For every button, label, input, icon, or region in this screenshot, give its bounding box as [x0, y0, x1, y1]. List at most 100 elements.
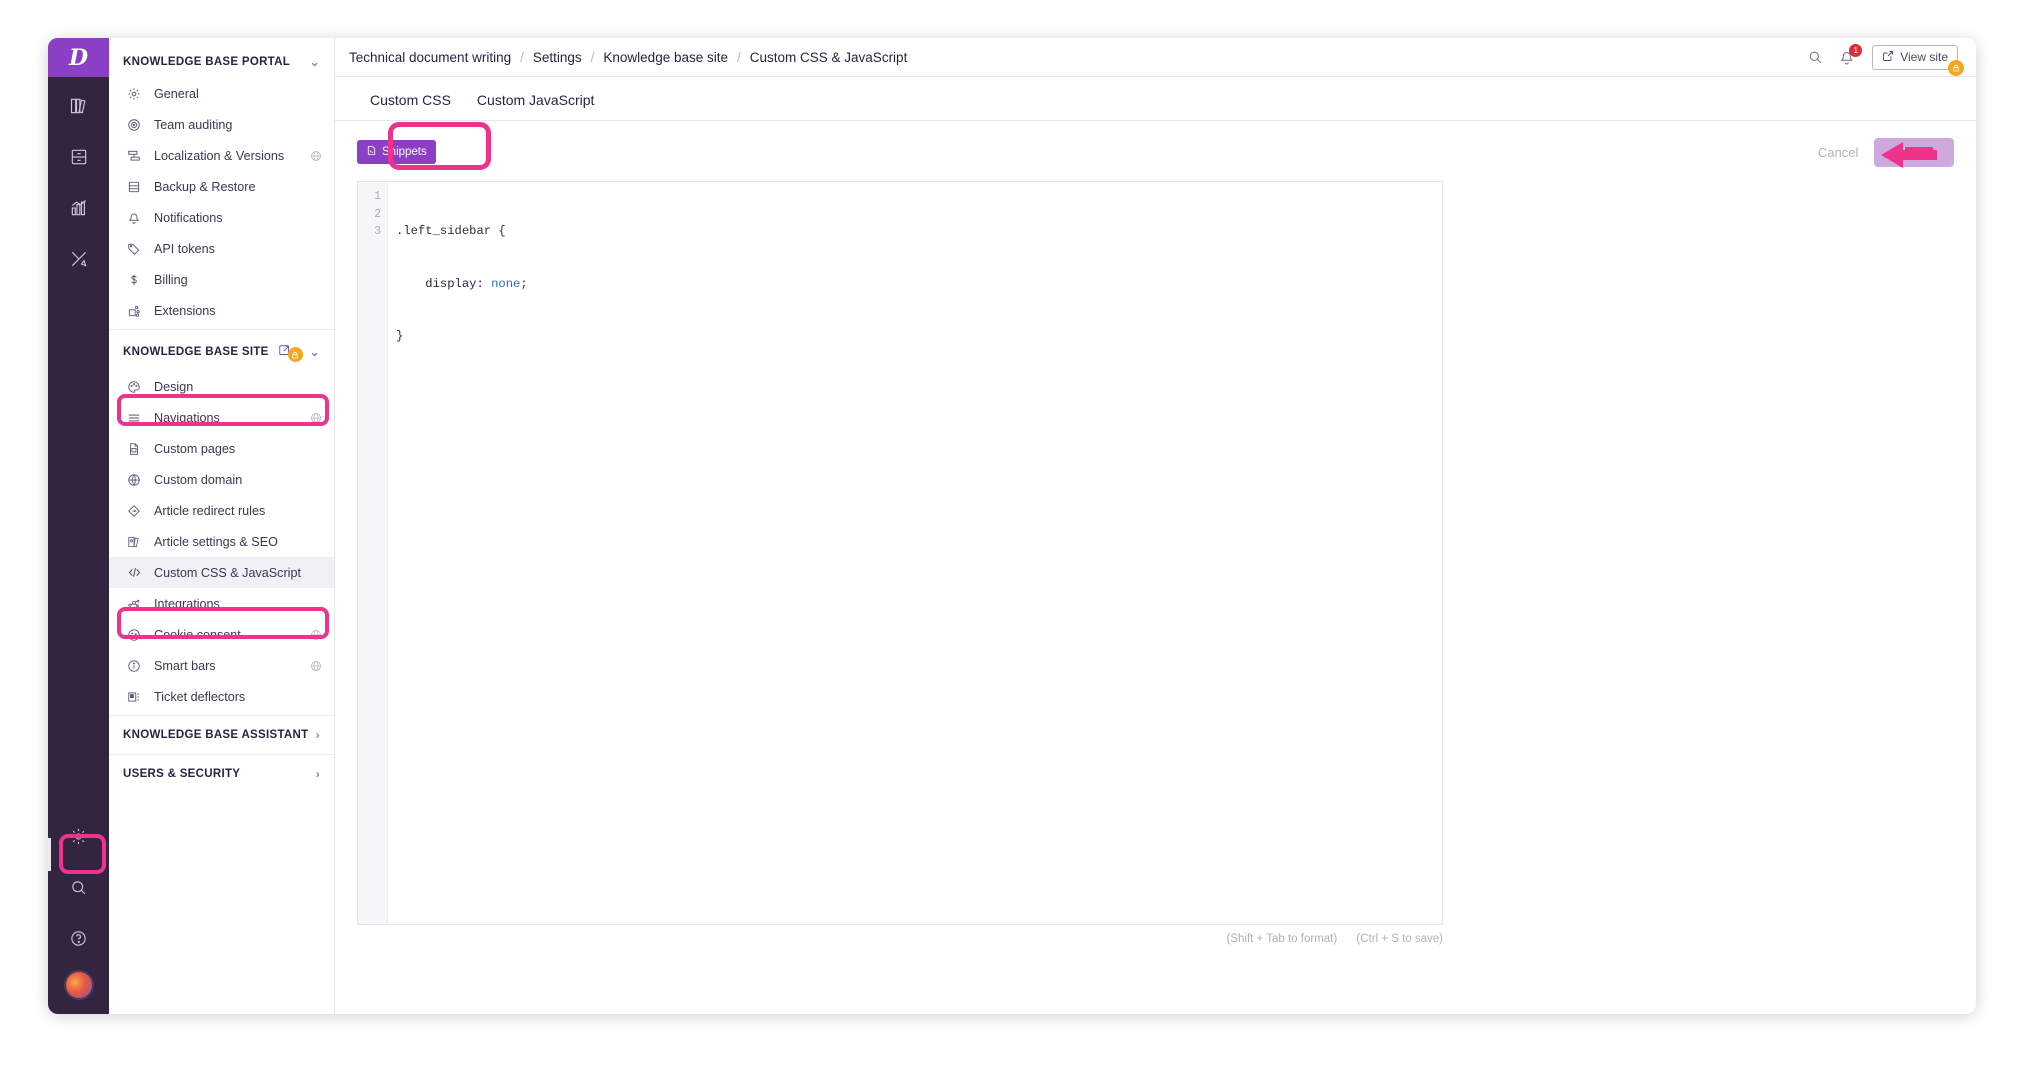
chevron-right-icon: › — [315, 767, 320, 781]
sidebar-item-billing[interactable]: Billing — [109, 264, 334, 295]
cancel-button[interactable]: Cancel — [1802, 139, 1874, 166]
sidebar-item-label: Backup & Restore — [154, 179, 256, 194]
top-bar-actions: 1 View site — [1807, 43, 1964, 76]
integrations-icon — [127, 597, 148, 611]
domain-icon — [127, 473, 148, 487]
group-label: KNOWLEDGE BASE SITE — [123, 346, 269, 358]
chevron-down-icon: ⌄ — [309, 55, 320, 69]
page-icon — [127, 442, 148, 456]
audit-icon — [127, 118, 148, 132]
group-label: KNOWLEDGE BASE PORTAL — [123, 56, 291, 68]
gear-icon — [127, 87, 148, 101]
external-link-icon — [1882, 50, 1894, 65]
sidebar-item-team-auditing[interactable]: Team auditing — [109, 109, 334, 140]
line-number: 2 — [374, 207, 381, 221]
palette-icon — [127, 380, 148, 394]
globe-icon[interactable] — [310, 412, 322, 424]
app-logo[interactable]: D — [48, 38, 109, 77]
globe-icon[interactable] — [310, 150, 322, 162]
hint-save: (Ctrl + S to save) — [1356, 933, 1443, 945]
breadcrumb-separator: / — [520, 49, 524, 65]
sidebar-group-users-security[interactable]: USERS & SECURITY › — [109, 758, 334, 790]
code-line: .left_sidebar { — [396, 224, 506, 238]
breadcrumb-item-settings[interactable]: Settings — [533, 50, 582, 65]
sidebar-item-design[interactable]: Design — [109, 371, 334, 402]
app-window: D KNOWLEDGE BASE PORTAL ⌄ General Team a… — [48, 38, 1976, 1014]
sidebar-group-knowledge-base-site[interactable]: KNOWLEDGE BASE SITE ⌄ — [109, 333, 334, 371]
localization-icon — [127, 149, 148, 163]
sidebar-item-label: API tokens — [154, 241, 215, 256]
user-avatar[interactable] — [63, 970, 94, 1000]
help-icon[interactable] — [57, 916, 101, 960]
dollar-icon — [127, 273, 148, 287]
globe-icon[interactable] — [310, 629, 322, 641]
sidebar-item-custom-css-javascript[interactable]: Custom CSS & JavaScript — [109, 557, 334, 588]
sidebar-item-custom-pages[interactable]: Custom pages — [109, 433, 334, 464]
sidebar-item-label: Article settings & SEO — [154, 534, 278, 549]
sidebar-item-custom-domain[interactable]: Custom domain — [109, 464, 334, 495]
breadcrumb-separator: / — [590, 49, 595, 65]
sidebar-item-navigations[interactable]: Navigations — [109, 402, 334, 433]
breadcrumb-item-custom-css-javascript[interactable]: Custom CSS & JavaScript — [750, 50, 908, 65]
seo-icon — [127, 535, 148, 549]
sidebar-item-api-tokens[interactable]: API tokens — [109, 233, 334, 264]
chevron-right-icon: › — [315, 728, 320, 742]
tools-icon[interactable] — [57, 237, 101, 281]
search-icon[interactable] — [57, 865, 101, 909]
sidebar-item-localization-versions[interactable]: Localization & Versions — [109, 140, 334, 171]
save-button[interactable]: Save — [1874, 137, 1954, 167]
breadcrumb-item-knowledge-base-site[interactable]: Knowledge base site — [603, 50, 728, 65]
sidebar-item-label: Team auditing — [154, 117, 233, 132]
settings-sidebar: KNOWLEDGE BASE PORTAL ⌄ General Team aud… — [109, 38, 335, 1014]
tab-custom-css[interactable]: Custom CSS — [357, 92, 464, 120]
sidebar-item-label: Localization & Versions — [154, 148, 285, 163]
sidebar-item-smart-bars[interactable]: Smart bars — [109, 650, 334, 681]
breadcrumb-item-project[interactable]: Technical document writing — [349, 50, 511, 65]
view-site-button[interactable]: View site — [1872, 44, 1964, 76]
sidebar-item-label: Article redirect rules — [154, 503, 266, 518]
sidebar-item-notifications[interactable]: Notifications — [109, 202, 334, 233]
sidebar-item-cookie-consent[interactable]: Cookie consent — [109, 619, 334, 650]
backup-icon — [127, 180, 148, 194]
tabs-bar: Custom CSS Custom JavaScript — [335, 77, 1976, 121]
sidebar-item-article-settings-seo[interactable]: Article settings & SEO — [109, 526, 334, 557]
sidebar-item-extensions[interactable]: Extensions — [109, 295, 334, 326]
code-editor[interactable]: 1 2 3 .left_sidebar { display: none; } — [357, 181, 1443, 925]
bell-icon — [127, 211, 148, 225]
lock-badge — [1948, 59, 1964, 76]
sidebar-item-backup-restore[interactable]: Backup & Restore — [109, 171, 334, 202]
editor-toolbar: Snippets Cancel Save — [357, 135, 1954, 169]
snippets-button[interactable]: Snippets — [357, 140, 436, 164]
code-line: display: none; — [396, 276, 1442, 294]
cabinet-icon[interactable] — [57, 135, 101, 179]
sidebar-item-label: Custom pages — [154, 441, 236, 456]
left-icon-rail: D — [48, 38, 109, 1014]
editor-line-numbers: 1 2 3 — [358, 182, 388, 924]
sidebar-item-ticket-deflectors[interactable]: Ticket deflectors — [109, 681, 334, 712]
divider — [109, 329, 334, 330]
code-icon — [127, 565, 148, 580]
analytics-icon[interactable] — [57, 186, 101, 230]
tab-custom-javascript[interactable]: Custom JavaScript — [464, 92, 607, 120]
content-panel: Snippets Cancel Save 1 2 3 .left_sidebar… — [335, 121, 1976, 1014]
group-label: USERS & SECURITY — [123, 768, 241, 780]
search-icon[interactable] — [1807, 49, 1823, 65]
sidebar-group-knowledge-base-assistant[interactable]: KNOWLEDGE BASE ASSISTANT › — [109, 719, 334, 751]
info-icon — [127, 659, 148, 673]
sidebar-group-knowledge-base-portal[interactable]: KNOWLEDGE BASE PORTAL ⌄ — [109, 46, 334, 78]
gear-icon[interactable] — [57, 814, 101, 858]
sidebar-item-general[interactable]: General — [109, 78, 334, 109]
books-icon[interactable] — [57, 84, 101, 128]
breadcrumb-separator: / — [737, 49, 741, 65]
extensions-icon — [127, 304, 148, 318]
notification-count-badge: 1 — [1849, 43, 1863, 57]
view-site-label: View site — [1900, 50, 1948, 64]
sidebar-item-article-redirect-rules[interactable]: Article redirect rules — [109, 495, 334, 526]
line-number: 1 — [374, 190, 381, 203]
hint-format: (Shift + Tab to format) — [1226, 933, 1338, 945]
globe-icon[interactable] — [310, 660, 322, 672]
editor-code-area[interactable]: .left_sidebar { display: none; } — [388, 182, 1442, 924]
sidebar-item-integrations[interactable]: Integrations — [109, 588, 334, 619]
bell-icon[interactable]: 1 — [1839, 43, 1863, 66]
sidebar-item-label: Smart bars — [154, 658, 216, 673]
